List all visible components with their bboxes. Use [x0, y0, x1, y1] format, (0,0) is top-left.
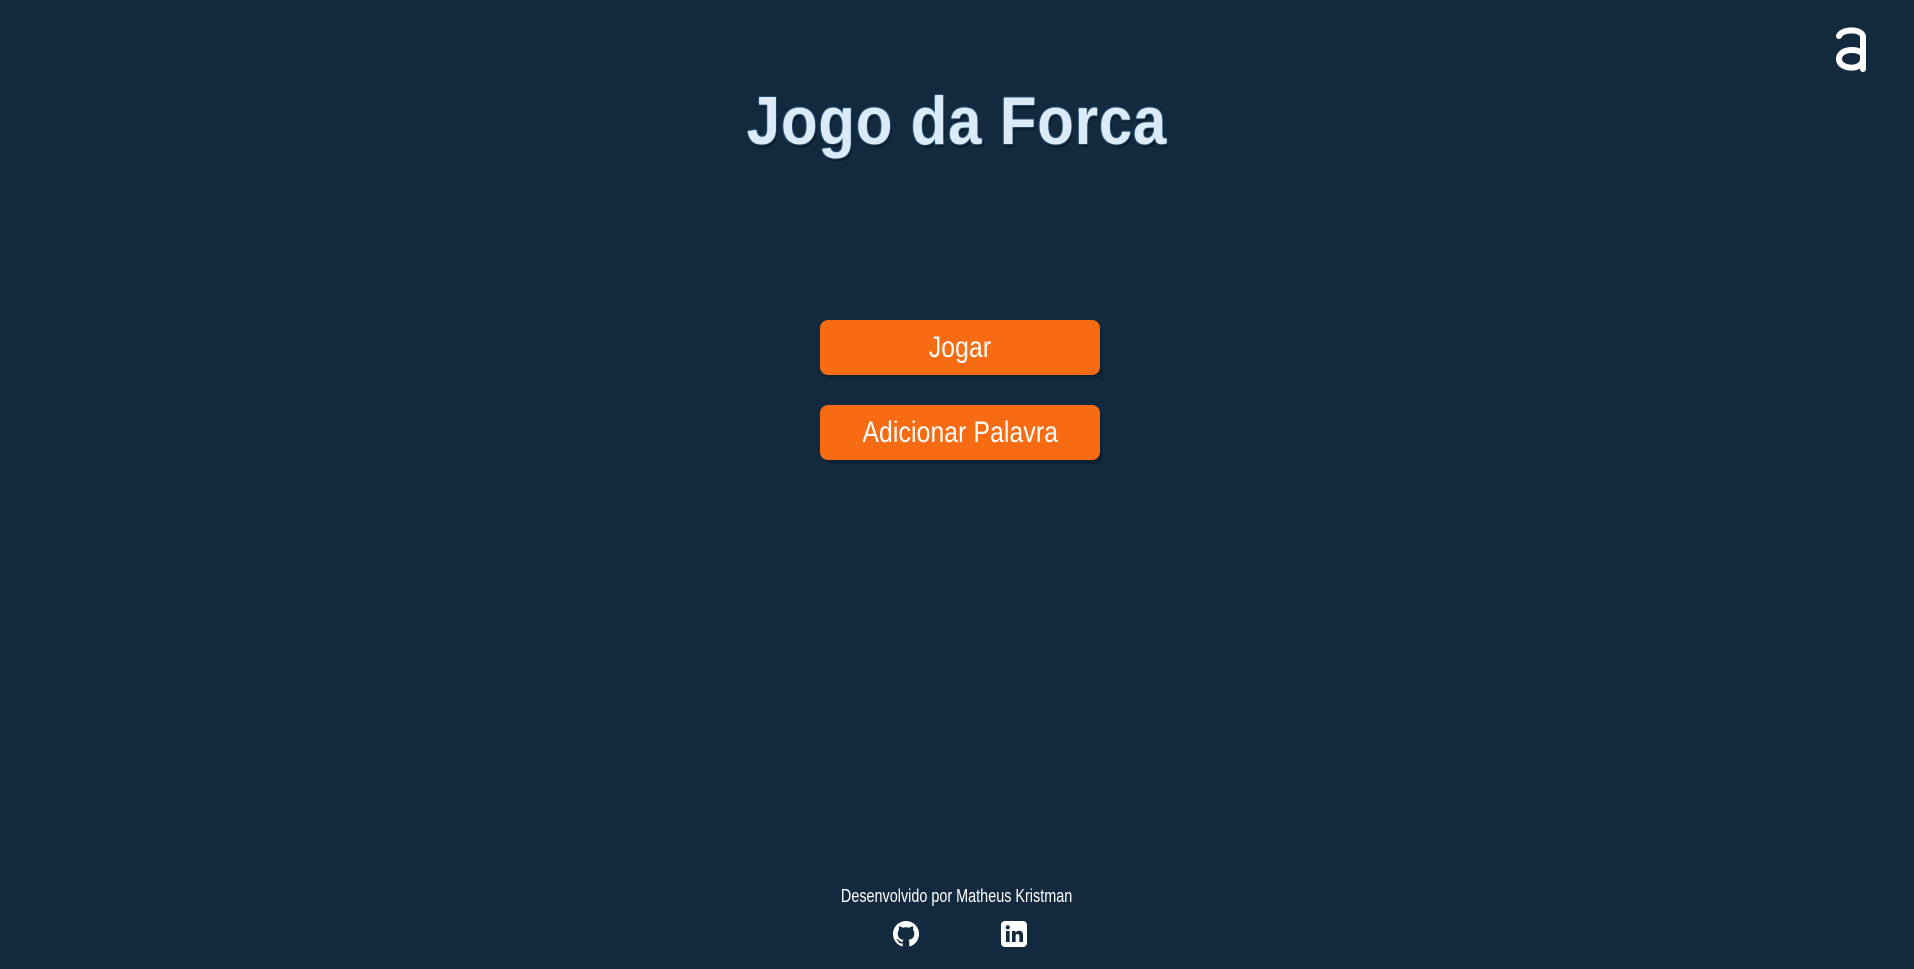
footer-credit: Desenvolvido por Matheus Kristman	[841, 886, 1073, 906]
play-button[interactable]: Jogar	[820, 320, 1100, 375]
github-link[interactable]	[893, 921, 919, 947]
add-word-button-label: Adicionar Palavra	[862, 415, 1058, 449]
github-icon	[893, 921, 919, 947]
page-title: Jogo da Forca	[746, 83, 1168, 159]
a-logo-svg	[1835, 27, 1866, 72]
footer: Desenvolvido por Matheus Kristman	[0, 886, 1914, 907]
linkedin-link[interactable]	[1001, 921, 1027, 947]
main-menu: Jogar Adicionar Palavra	[820, 320, 1100, 460]
play-button-label: Jogar	[928, 330, 992, 364]
page: Jogo da Forca Jogar Adicionar Palavra De…	[0, 0, 1914, 969]
add-word-button[interactable]: Adicionar Palavra	[820, 405, 1100, 460]
social-links	[0, 921, 1914, 947]
a-logo-icon[interactable]	[1831, 22, 1871, 78]
linkedin-icon	[1001, 921, 1027, 947]
